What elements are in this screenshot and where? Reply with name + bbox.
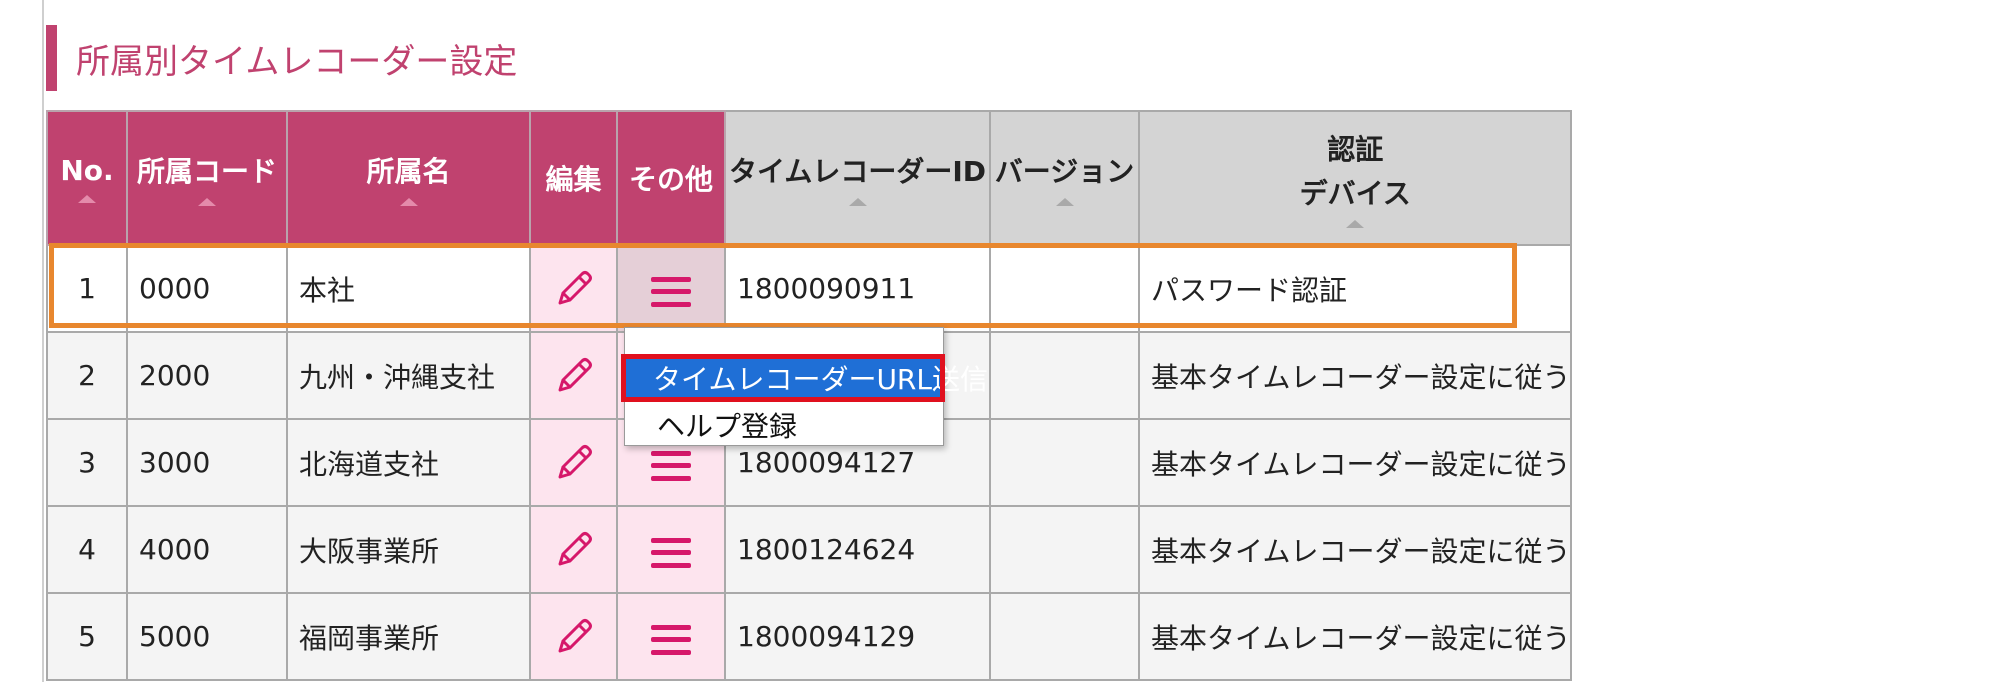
- edit-button[interactable]: [544, 433, 604, 493]
- cell-edit: [529, 244, 618, 333]
- table-header-row: No. 所属コード 所属名 編集 その他 タイムレコーダーID バージョン 認証…: [46, 110, 1573, 246]
- column-header-no[interactable]: No.: [46, 110, 128, 246]
- cell-code: 0000: [126, 244, 288, 333]
- cell-code: 2000: [126, 331, 288, 420]
- cell-auth-device: パスワード認証: [1137, 244, 1573, 333]
- cell-version: [989, 505, 1140, 594]
- cell-name: 九州・沖縄支社: [286, 331, 531, 420]
- column-header-name-label: 所属名: [366, 155, 451, 188]
- cell-auth-device: 基本タイムレコーダー設定に従う: [1137, 505, 1573, 594]
- cell-version: [989, 418, 1140, 507]
- column-header-other: その他: [616, 110, 726, 246]
- cell-name: 北海道支社: [286, 418, 531, 507]
- cell-name: 福岡事業所: [286, 592, 531, 681]
- cell-no: 1: [46, 244, 128, 333]
- column-header-timerecorder-id[interactable]: タイムレコーダーID: [724, 110, 991, 246]
- hamburger-menu-icon: [651, 537, 691, 568]
- column-header-other-label: その他: [628, 163, 713, 196]
- pencil-icon: [558, 357, 592, 391]
- cell-no: 2: [46, 331, 128, 420]
- cell-code: 5000: [126, 592, 288, 681]
- sort-arrow-icon[interactable]: [1346, 220, 1365, 228]
- column-header-name[interactable]: 所属名: [286, 110, 531, 246]
- column-header-timerecorder-id-label: タイムレコーダーID: [728, 155, 987, 188]
- edit-button[interactable]: [544, 520, 604, 580]
- cell-auth-device: 基本タイムレコーダー設定に従う: [1137, 331, 1573, 420]
- cell-edit: [529, 505, 618, 594]
- cell-other: [616, 505, 726, 594]
- sort-arrow-icon[interactable]: [399, 198, 418, 206]
- cell-edit: [529, 331, 618, 420]
- cell-other: [616, 592, 726, 681]
- column-header-no-label: No.: [60, 153, 114, 187]
- pencil-icon: [558, 618, 592, 652]
- cell-no: 3: [46, 418, 128, 507]
- cell-edit: [529, 592, 618, 681]
- table-body: 1 0000 本社 1800090911 パスワード認証 2 2000 九州・沖縄支社 基本タイ…: [46, 244, 1573, 681]
- pencil-icon: [558, 531, 592, 565]
- column-header-code-label: 所属コード: [136, 155, 277, 188]
- hamburger-menu-icon: [651, 450, 691, 481]
- column-header-edit: 編集: [529, 110, 618, 246]
- edit-button[interactable]: [544, 259, 604, 319]
- edit-button[interactable]: [544, 607, 604, 667]
- table-row[interactable]: 4 4000 大阪事業所 1800124624 基本タイムレコーダー設定に従う: [46, 505, 1573, 594]
- edit-button[interactable]: [544, 346, 604, 406]
- column-header-auth-label-1: 認証: [1327, 133, 1384, 166]
- cell-name: 本社: [286, 244, 531, 333]
- cell-timerecorder-id: 1800124624: [724, 505, 991, 594]
- cell-auth-device: 基本タイムレコーダー設定に従う: [1137, 592, 1573, 681]
- other-menu-button[interactable]: [641, 262, 701, 322]
- pencil-icon: [558, 270, 592, 304]
- pencil-icon: [558, 444, 592, 478]
- cell-code: 4000: [126, 505, 288, 594]
- cell-edit: [529, 418, 618, 507]
- sort-arrow-icon[interactable]: [848, 198, 867, 206]
- cell-timerecorder-id: 1800090911: [724, 244, 991, 333]
- column-header-version-label: バージョン: [994, 155, 1135, 188]
- table-row[interactable]: 5 5000 福岡事業所 1800094129 基本タイムレコーダー設定に従う: [46, 592, 1573, 681]
- cell-version: [989, 331, 1140, 420]
- cell-other: [616, 244, 726, 333]
- cell-no: 5: [46, 592, 128, 681]
- menu-item-send-url[interactable]: タイムレコーダーURL送信: [621, 354, 988, 402]
- column-header-code[interactable]: 所属コード: [126, 110, 288, 246]
- cell-no: 4: [46, 505, 128, 594]
- menu-item-help-register[interactable]: ヘルプ登録: [625, 406, 943, 444]
- page-left-border: [42, 0, 44, 682]
- title-accent-bar: [46, 25, 57, 91]
- sort-arrow-icon[interactable]: [78, 194, 96, 203]
- row-context-menu: タイムレコーダーURL送信 ヘルプ登録: [621, 327, 988, 446]
- cell-version: [989, 592, 1140, 681]
- hamburger-menu-icon: [651, 624, 691, 655]
- column-header-edit-label: 編集: [545, 163, 602, 196]
- hamburger-menu-icon: [651, 276, 691, 307]
- table-row[interactable]: 1 0000 本社 1800090911 パスワード認証: [46, 244, 1573, 333]
- cell-code: 3000: [126, 418, 288, 507]
- sort-arrow-icon[interactable]: [1055, 198, 1074, 206]
- other-menu-button[interactable]: [641, 610, 701, 670]
- cell-timerecorder-id: 1800094129: [724, 592, 991, 681]
- sort-arrow-icon[interactable]: [198, 198, 216, 206]
- column-header-version[interactable]: バージョン: [989, 110, 1140, 246]
- page-title: 所属別タイムレコーダー設定: [46, 25, 517, 91]
- page-title-text: 所属別タイムレコーダー設定: [76, 41, 518, 82]
- cell-version: [989, 244, 1140, 333]
- cell-name: 大阪事業所: [286, 505, 531, 594]
- cell-auth-device: 基本タイムレコーダー設定に従う: [1137, 418, 1573, 507]
- other-menu-button[interactable]: [641, 523, 701, 583]
- column-header-auth-label-2: デバイス: [1299, 177, 1411, 210]
- column-header-auth-device[interactable]: 認証 デバイス: [1137, 110, 1573, 246]
